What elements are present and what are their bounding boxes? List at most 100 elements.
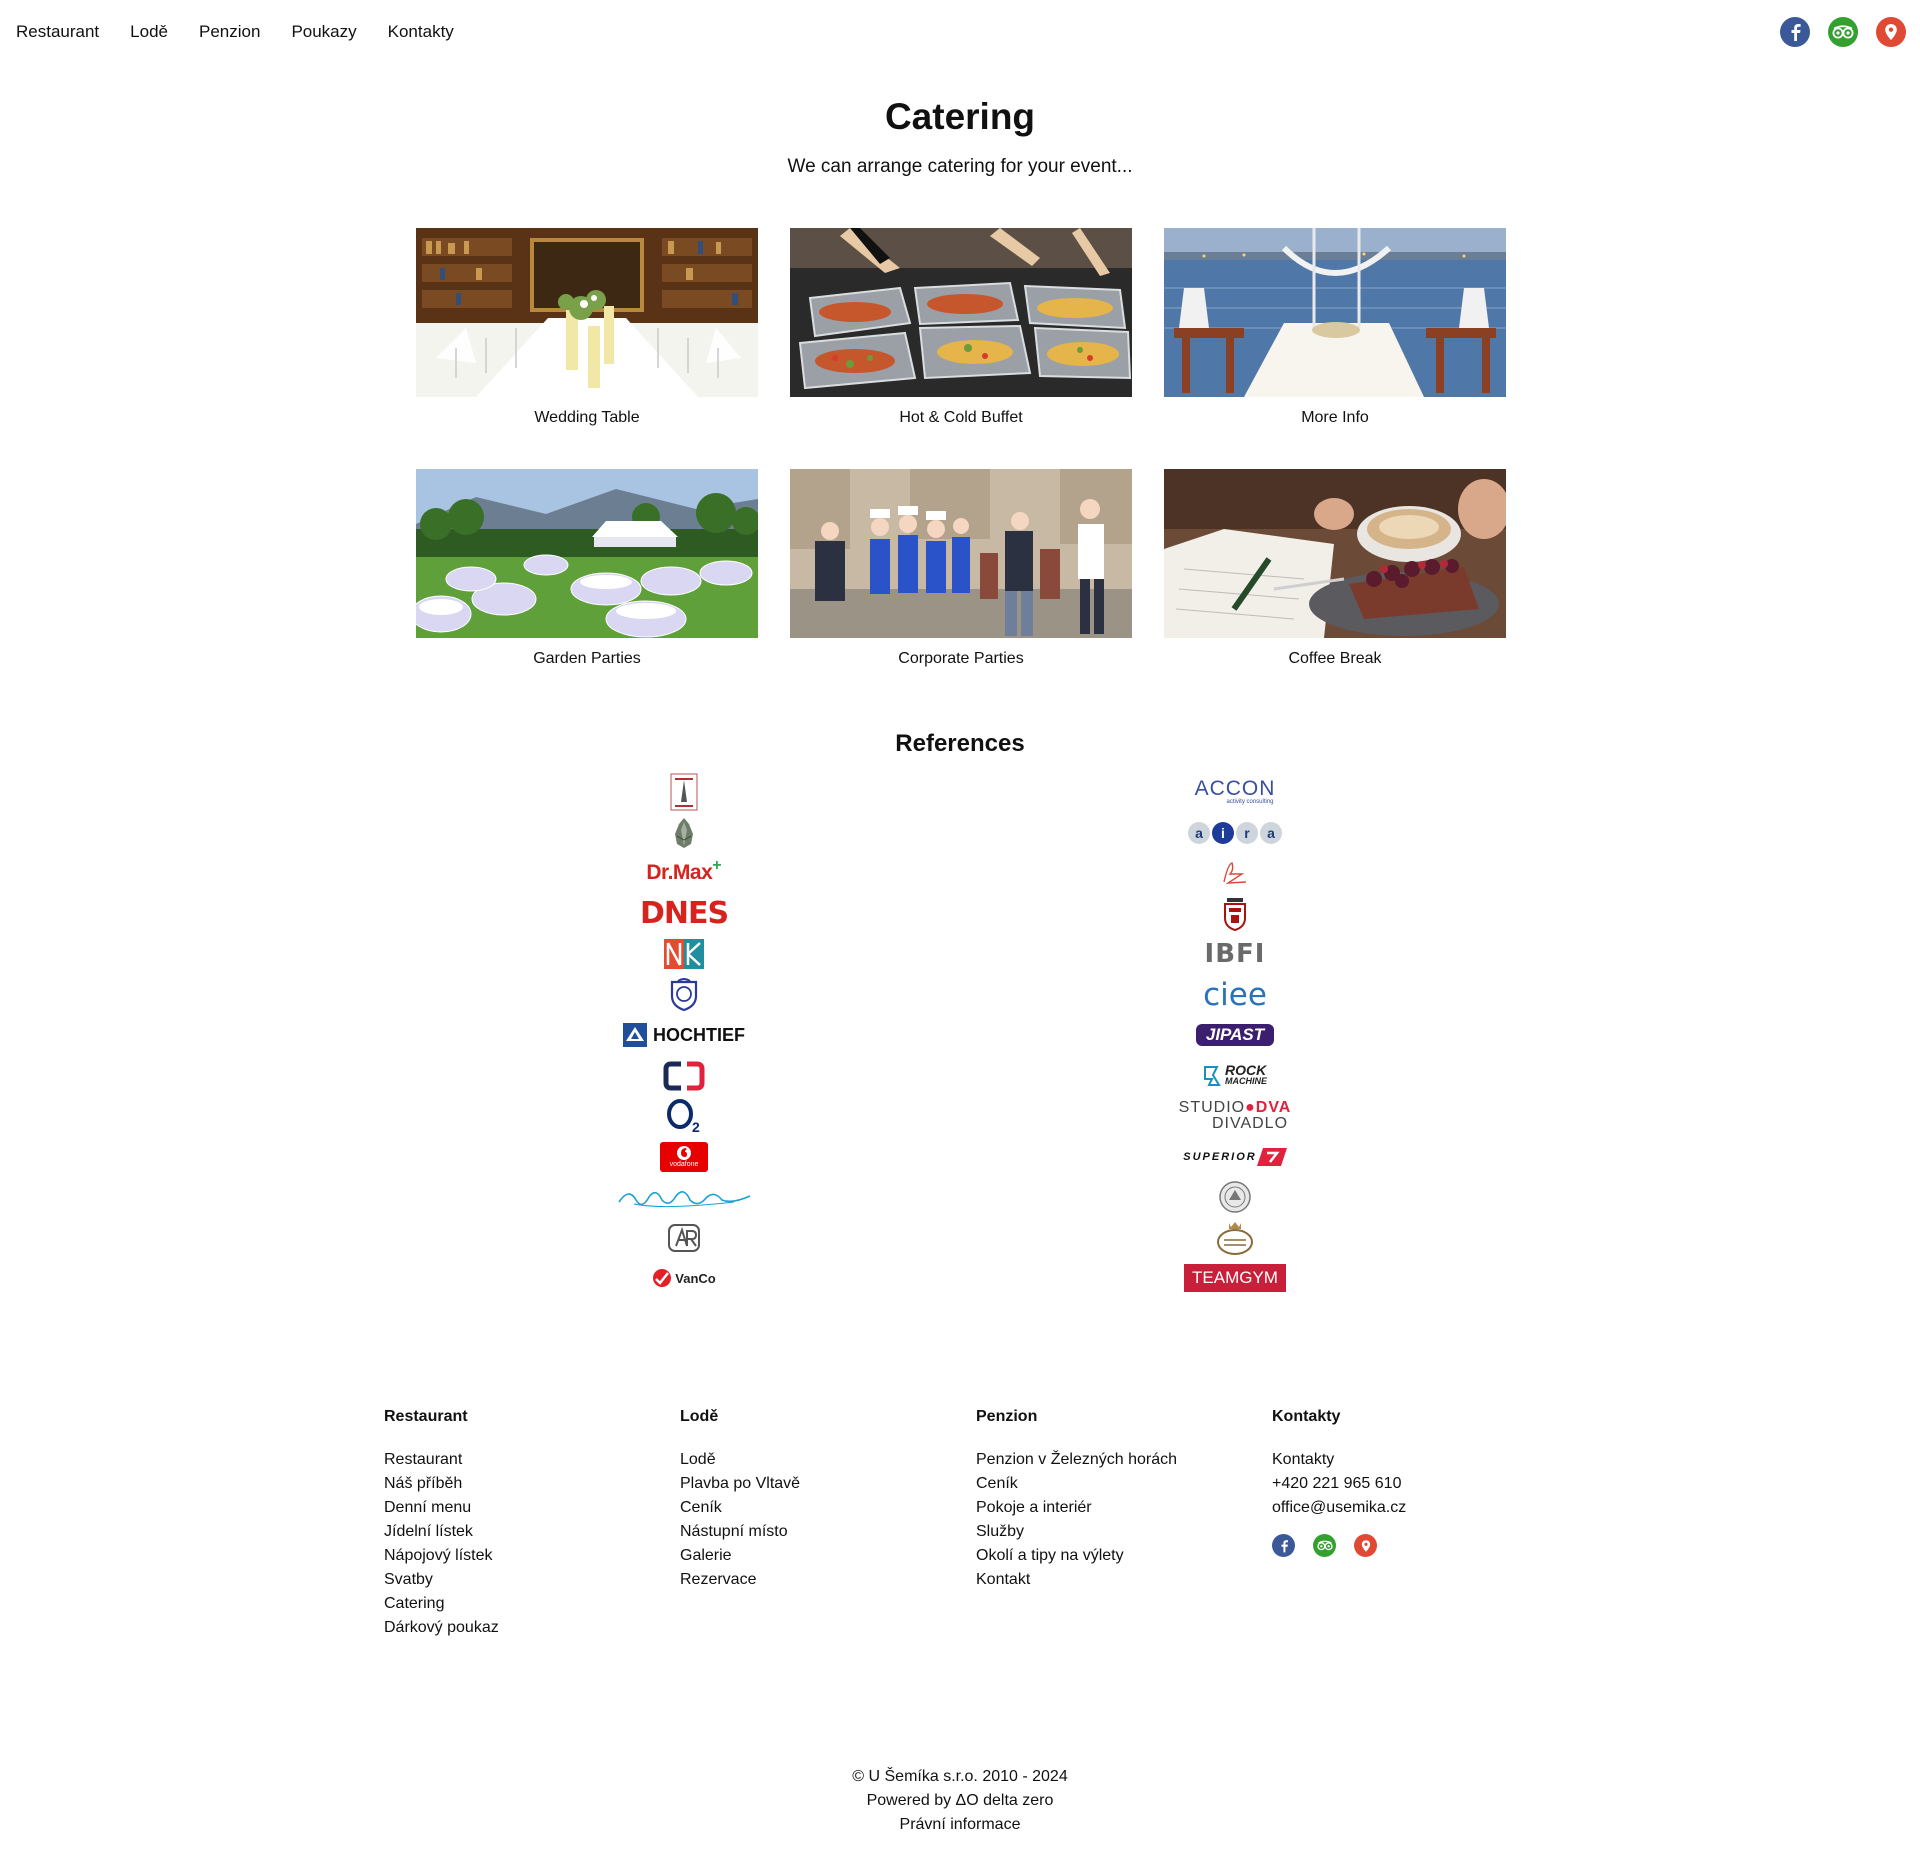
ciee-logo[interactable]: ciee [1155,975,1315,1016]
hochtief-logo[interactable]: HOCHTIEF [594,1015,774,1056]
footer-link[interactable]: Jídelní lístek [384,1520,680,1544]
map-pin-icon[interactable] [1876,17,1906,47]
card-caption[interactable]: Hot & Cold Buffet [790,409,1132,427]
footer-column-kontakty: Kontakty Kontakty +420 221 965 610 offic… [1272,1408,1472,1640]
dnes-logo[interactable]: DNES [604,894,764,935]
footer-phone[interactable]: +420 221 965 610 [1272,1472,1472,1496]
accon-subtext: activity consulting [1226,798,1274,805]
studio-dva-logo[interactable]: STUDIO●DVA DIVADLO [1155,1096,1315,1137]
footer-link[interactable]: Ceník [680,1496,976,1520]
rock-machine-logo[interactable]: ROCK MACHINE [1155,1056,1315,1097]
nav-poukazy[interactable]: Poukazy [291,22,356,42]
vanco-logo[interactable]: VanCo [604,1258,764,1299]
footer-link[interactable]: Restaurant [384,1448,680,1472]
footer-link[interactable]: Catering [384,1592,680,1616]
footer-link[interactable]: Služby [976,1520,1272,1544]
footer-link[interactable]: Pokoje a interiér [976,1496,1272,1520]
gran-moravia-logo[interactable] [1155,1218,1315,1259]
jipast-text: JIPAST [1195,1024,1275,1047]
card-wedding-table[interactable]: Wedding Table [416,228,758,427]
jipast-logo[interactable]: JIPAST [1155,1015,1315,1056]
signature-logo[interactable] [604,1177,764,1218]
bottom-bar: © U Šemíka s.r.o. 2010 - 2024 Powered by… [0,1765,1920,1837]
hochtief-triangle-icon [623,1023,647,1048]
accon-logo[interactable]: ACCON activity consulting [1155,772,1315,813]
card-caption[interactable]: Garden Parties [416,650,758,668]
az-monogram-logo[interactable] [1155,853,1315,894]
card-garden-parties[interactable]: Garden Parties [416,469,758,668]
aira-logo[interactable]: a i r a [1155,813,1315,854]
drmax-logo[interactable]: Dr.Max + [604,853,764,894]
card-hot-cold-buffet[interactable]: Hot & Cold Buffet [790,228,1132,427]
ar-emblem-logo[interactable] [604,1218,764,1259]
vineyard-logo[interactable] [604,772,764,813]
card-caption[interactable]: Wedding Table [416,409,758,427]
ceska-televize-logo[interactable] [604,1056,764,1097]
nav-restaurant[interactable]: Restaurant [16,22,99,42]
nav-lode[interactable]: Lodě [130,22,168,42]
rock-text: ROCK [1225,1061,1267,1078]
card-more-info[interactable]: More Info [1164,228,1506,427]
ciee-text: ciee [1203,976,1267,1013]
vodafone-speech-mark-icon [677,1145,691,1160]
powered-by-link[interactable]: Powered by ΔO delta zero [0,1789,1920,1813]
boat-dinner-photo[interactable] [1164,228,1506,397]
card-caption[interactable]: Coffee Break [1164,650,1506,668]
references-title: References [895,730,1025,757]
footer-link[interactable]: Nápojový lístek [384,1544,680,1568]
o2-logo[interactable]: 2 [604,1096,764,1137]
footer-link[interactable]: Kontakt [976,1568,1272,1592]
buffet-photo[interactable] [790,228,1132,397]
tripadvisor-icon[interactable] [1313,1534,1336,1557]
footer-link[interactable]: Svatby [384,1568,680,1592]
superior-arrow-icon [1256,1147,1287,1166]
legal-info-link[interactable]: Právní informace [0,1813,1920,1837]
ibfi-logo[interactable]: IBFI [1155,934,1315,975]
footer-link[interactable]: Nástupní místo [680,1520,976,1544]
garden-party-photo[interactable] [416,469,758,638]
teamgym-logo[interactable]: TEAMGYM [1155,1258,1315,1299]
nk-logo[interactable] [604,934,764,975]
corporate-party-photo[interactable] [790,469,1132,638]
map-pin-icon[interactable] [1354,1534,1377,1557]
superior-text: SUPERIOR [1183,1150,1257,1163]
nav-kontakty[interactable]: Kontakty [388,22,454,42]
coat-of-arms-logo[interactable] [1155,894,1315,935]
crest-logo[interactable] [604,975,764,1016]
footer-link[interactable]: Okolí a tipy na výlety [976,1544,1272,1568]
footer-link[interactable]: Galerie [680,1544,976,1568]
artichoke-logo[interactable] [604,813,764,854]
vodafone-logo[interactable]: vodafone [604,1137,764,1178]
footer-link[interactable]: Ceník [976,1472,1272,1496]
footer-link[interactable]: Penzion v Železných horách [976,1448,1272,1472]
studio-text: STUDIO [1178,1099,1246,1117]
facebook-icon[interactable] [1272,1534,1295,1557]
nav-penzion[interactable]: Penzion [199,22,260,42]
vanco-text: VanCo [675,1270,716,1286]
machine-text: MACHINE [1225,1075,1267,1086]
footer-link[interactable]: Dárkový poukaz [384,1616,680,1640]
coffee-break-photo[interactable] [1164,469,1506,638]
footer-link[interactable]: Rezervace [680,1568,976,1592]
footer-link[interactable]: Denní menu [384,1496,680,1520]
footer-link[interactable]: Kontakty [1272,1448,1472,1472]
footer-link[interactable]: Náš příběh [384,1472,680,1496]
dnes-text: DNES [639,896,729,932]
card-corporate-parties[interactable]: Corporate Parties [790,469,1132,668]
card-caption[interactable]: More Info [1164,409,1506,427]
facebook-icon[interactable] [1780,17,1810,47]
footer-link[interactable]: Plavba po Vltavě [680,1472,976,1496]
footer-email[interactable]: office@usemika.cz [1272,1496,1472,1520]
drmax-text: Dr.Max [646,861,713,885]
superior-logo[interactable]: SUPERIOR [1155,1137,1315,1178]
card-coffee-break[interactable]: Coffee Break [1164,469,1506,668]
tripadvisor-icon[interactable] [1828,17,1858,47]
card-caption[interactable]: Corporate Parties [790,650,1132,668]
vodafone-text: vodafone [669,1160,699,1168]
footer-link[interactable]: Lodě [680,1448,976,1472]
wedding-table-photo[interactable] [416,228,758,397]
footer: Restaurant Restaurant Náš příběh Denní m… [384,1408,1472,1640]
university-seal-logo[interactable] [1155,1177,1315,1218]
aira-letter: a [1188,821,1210,844]
footer-heading: Kontakty [1272,1408,1341,1425]
